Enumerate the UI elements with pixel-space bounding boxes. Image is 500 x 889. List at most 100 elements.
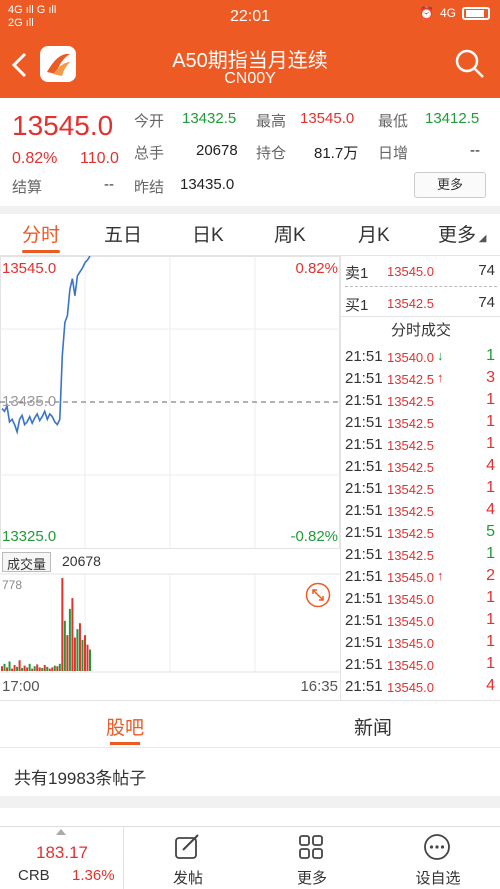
status-bar: 4G ıll G ıll 2G ıll 22:01 ⏰ 4G [0,0,500,34]
volume-bar [13,665,16,671]
crb-name: CRB [18,867,50,884]
tick-price: 13545.0 [387,570,434,585]
tick-row: 21:51 13542.5 4 [341,500,500,522]
bottom-bar: 183.17 CRB 1.36% 发帖 更多 设自选 [0,826,500,889]
expand-icon[interactable] [305,582,331,608]
tab-more[interactable]: 更多 ◢ [438,220,486,247]
volume-bar [38,667,41,671]
tick-time: 21:51 [345,392,383,409]
book-divider [341,316,500,317]
intraday-chart[interactable]: 13545.0 0.82% 13435.0 13325.0 -0.82% 成交量… [0,256,340,700]
chart-time-start: 17:00 [2,678,40,695]
tick-time: 21:51 [345,568,383,585]
tick-qty: 1 [486,413,495,430]
tick-arrow-icon: ↑ [437,568,444,583]
volume-bar [11,668,14,671]
tab-five-day[interactable]: 五日 [104,220,142,247]
more-menu-button[interactable]: 更多 [252,827,372,889]
tab-news[interactable]: 新闻 [354,713,392,740]
volume-bar [68,608,71,671]
volume-bar [63,620,66,671]
settle-label: 结算 [12,179,43,196]
ask-qty: 74 [478,262,495,279]
tick-qty: 1 [486,633,495,650]
daily-increase-value: -- [470,142,480,159]
crb-value: 183.17 [36,843,88,862]
instrument-code: CN00Y [224,70,276,87]
tick-row: 21:51 13542.5 1 [341,412,500,434]
edit-icon [175,834,199,859]
tab-forum[interactable]: 股吧 [106,713,144,740]
tick-price: 13542.5 [387,526,434,541]
bid-label: 买1 [345,297,369,314]
tick-row: 21:51 13542.5 1 [341,478,500,500]
tick-qty: 1 [486,611,495,628]
quote-panel: 13545.0 0.82% 110.0 结算 -- 今开 13432.5 最高 … [0,98,500,206]
bid-qty: 74 [478,294,495,311]
tick-price: 13542.5 [387,460,434,475]
tab-daily-k[interactable]: 日K [192,220,224,247]
volume-indicator-button[interactable]: 成交量 [2,552,52,572]
search-icon[interactable] [454,48,486,80]
add-watchlist-label: 设自选 [415,870,461,887]
tick-time: 21:51 [345,502,383,519]
tick-time: 21:51 [345,524,383,541]
divider [0,796,500,808]
caret-icon: ◢ [476,233,487,244]
volume-axis-max: 778 [2,578,23,592]
tick-qty: 1 [486,479,495,496]
tick-qty: 4 [486,457,495,474]
volume-bar [18,660,21,671]
high-label: 最高 [256,113,287,130]
tick-price: 13545.0 [387,658,434,673]
open-interest-value: 81.7万 [314,145,359,162]
last-price: 13545.0 [12,110,114,141]
crb-index-widget[interactable]: 183.17 CRB 1.36% [0,827,124,889]
volume-value: 20678 [196,142,238,159]
volume-bar [83,635,86,671]
volume-bar [76,629,79,671]
tick-row: 21:51 13542.5 5 [341,522,500,544]
tab-weekly-k[interactable]: 周K [274,220,306,247]
ellipsis-circle-icon [424,834,450,860]
tab-intraday[interactable]: 分时 [22,220,60,247]
tab-monthly-k[interactable]: 月K [358,220,390,247]
tick-row: 21:51 13545.0 4 [341,676,500,698]
volume-bar [8,661,11,671]
ask-label: 卖1 [345,265,369,282]
volume-label: 总手 [134,145,165,162]
bid-price: 13542.5 [387,296,434,311]
volume-bar [71,598,74,671]
prev-settle-value: 13435.0 [180,176,235,193]
network-label: 4G [439,6,456,20]
tick-row: 21:51 13545.0 ↑ 2 [341,566,500,588]
page-title: A50期指当月连续 [172,50,328,72]
open-interest-label: 持仓 [256,145,287,162]
ask-price: 13545.0 [387,264,434,279]
tick-arrow-icon: ↓ [437,348,444,363]
post-label: 发帖 [172,870,203,887]
volume-bar [78,623,81,671]
divider [0,206,500,214]
volume-bar [16,666,19,671]
more-button[interactable]: 更多 [414,172,486,198]
battery-icon [462,6,490,20]
tick-time: 21:51 [345,678,383,695]
status-right: ⏰ 4G [419,6,490,20]
low-label: 最低 [378,113,409,130]
daily-increase-label: 日增 [378,145,409,162]
tick-price: 13545.0 [387,680,434,695]
add-watchlist-button[interactable]: 设自选 [378,827,498,889]
volume-bar [51,667,54,671]
post-button[interactable]: 发帖 [128,827,248,889]
tick-row: 21:51 13542.5 4 [341,456,500,478]
high-value: 13545.0 [300,110,355,127]
tick-time: 21:51 [345,656,383,673]
volume-bar [73,637,76,671]
chart-tabs: 分时 五日 日K 周K 月K 更多 ◢ [0,214,500,256]
tick-qty: 1 [486,391,495,408]
settle-value: -- [104,176,114,193]
volume-bar [23,665,26,671]
tick-price: 13542.5 [387,438,434,453]
chart-reference-price: 13435.0 [2,393,57,410]
